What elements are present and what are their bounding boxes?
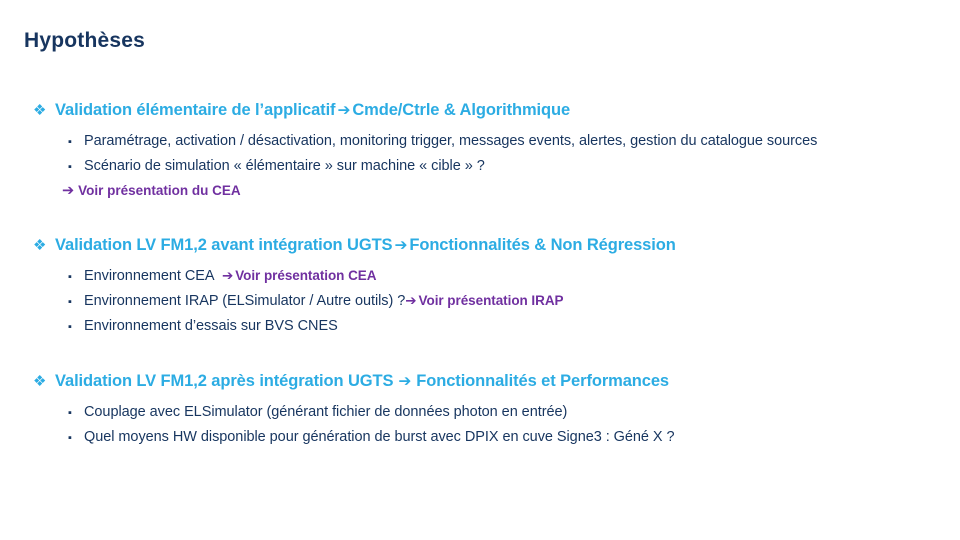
list-item-text: Environnement CEA bbox=[84, 268, 215, 284]
list-item-label: Environnement d’essais sur BVS CNES bbox=[84, 318, 338, 334]
arrow-icon: ➔ bbox=[394, 236, 408, 254]
heading-prefix: Validation LV FM1,2 après intégration UG… bbox=[55, 372, 394, 390]
list-item-label: Scénario de simulation « élémentaire » s… bbox=[84, 158, 485, 174]
list-item: ▪ Scénario de simulation « élémentaire »… bbox=[0, 154, 960, 179]
reference-link-label: ➔ Voir présentation IRAP bbox=[405, 293, 564, 309]
section-heading-text: Validation élémentaire de l’applicatif ➔ C… bbox=[55, 98, 570, 122]
list-item-label: Quel moyens HW disponible pour génératio… bbox=[84, 429, 675, 445]
arrow-icon: ➔ bbox=[337, 101, 351, 119]
emphasis-text: Voir présentation IRAP bbox=[418, 293, 564, 308]
list-item-label: Environnement CEA ➔ Voir présentation CEA bbox=[84, 264, 376, 288]
section-validation-elementaire: ❖ Validation élémentaire de l’applicatif… bbox=[0, 98, 960, 203]
list-item-text: Environnement IRAP (ELSimulator / Autre … bbox=[84, 293, 406, 309]
arrow-icon: ➔ bbox=[398, 372, 412, 390]
list-item-label: Environnement IRAP (ELSimulator / Autre … bbox=[84, 289, 564, 313]
list-item-label: Paramétrage, activation / désactivation,… bbox=[84, 133, 818, 149]
section-validation-apres-integration: ❖ Validation LV FM1,2 après intégration … bbox=[0, 369, 960, 450]
heading-suffix: Fonctionnalités & Non Régression bbox=[409, 236, 676, 254]
heading-suffix: Cmde/Ctrle & Algorithmique bbox=[352, 101, 571, 119]
reference-link-line: ➔ Voir présentation du CEA bbox=[0, 179, 960, 203]
section-heading: ❖ Validation LV FM1,2 avant intégration … bbox=[0, 233, 960, 258]
list-item: ▪ Environnement IRAP (ELSimulator / Autr… bbox=[0, 289, 960, 314]
heading-suffix: Fonctionnalités et Performances bbox=[416, 372, 669, 390]
section-heading: ❖ Validation LV FM1,2 après intégration … bbox=[0, 369, 960, 394]
emphasis-text: Voir présentation CEA bbox=[235, 268, 377, 283]
square-bullet-icon: ▪ bbox=[68, 432, 72, 444]
reference-link-label: ➔ Voir présentation CEA bbox=[215, 268, 377, 284]
presentation-slide: Hypothèses ❖ Validation élémentaire de l… bbox=[0, 0, 960, 540]
square-bullet-icon: ▪ bbox=[68, 407, 72, 419]
section-heading-text: Validation LV FM1,2 après intégration UG… bbox=[55, 369, 669, 393]
section-heading: ❖ Validation élémentaire de l’applicatif… bbox=[0, 98, 960, 123]
diamond-bullet-icon: ❖ bbox=[33, 237, 47, 254]
section-validation-avant-integration: ❖ Validation LV FM1,2 avant intégration … bbox=[0, 233, 960, 339]
list-item: ▪ Paramétrage, activation / désactivatio… bbox=[0, 129, 960, 154]
heading-prefix: Validation élémentaire de l’applicatif bbox=[55, 101, 336, 119]
page-title: Hypothèses bbox=[24, 29, 146, 52]
heading-prefix: Validation LV FM1,2 avant intégration UG… bbox=[55, 236, 393, 254]
arrow-icon: ➔ bbox=[221, 268, 234, 284]
square-bullet-icon: ▪ bbox=[68, 321, 72, 333]
diamond-bullet-icon: ❖ bbox=[33, 373, 47, 390]
arrow-icon: ➔ bbox=[62, 183, 75, 199]
reference-link-label: Voir présentation du CEA bbox=[78, 183, 241, 198]
square-bullet-icon: ▪ bbox=[68, 161, 72, 173]
list-item: ▪ Quel moyens HW disponible pour générat… bbox=[0, 425, 960, 450]
list-item-label: Couplage avec ELSimulator (générant fich… bbox=[84, 404, 568, 420]
square-bullet-icon: ▪ bbox=[68, 296, 72, 308]
square-bullet-icon: ▪ bbox=[68, 136, 72, 148]
slide-body: ❖ Validation élémentaire de l’applicatif… bbox=[0, 98, 960, 450]
list-item: ▪ Couplage avec ELSimulator (générant fi… bbox=[0, 400, 960, 425]
diamond-bullet-icon: ❖ bbox=[33, 102, 47, 119]
list-item: ▪ Environnement CEA ➔ Voir présentation C… bbox=[0, 264, 960, 289]
square-bullet-icon: ▪ bbox=[68, 271, 72, 283]
section-heading-text: Validation LV FM1,2 avant intégration UG… bbox=[55, 233, 676, 257]
arrow-icon: ➔ bbox=[405, 293, 417, 309]
list-item: ▪ Environnement d’essais sur BVS CNES bbox=[0, 314, 960, 339]
